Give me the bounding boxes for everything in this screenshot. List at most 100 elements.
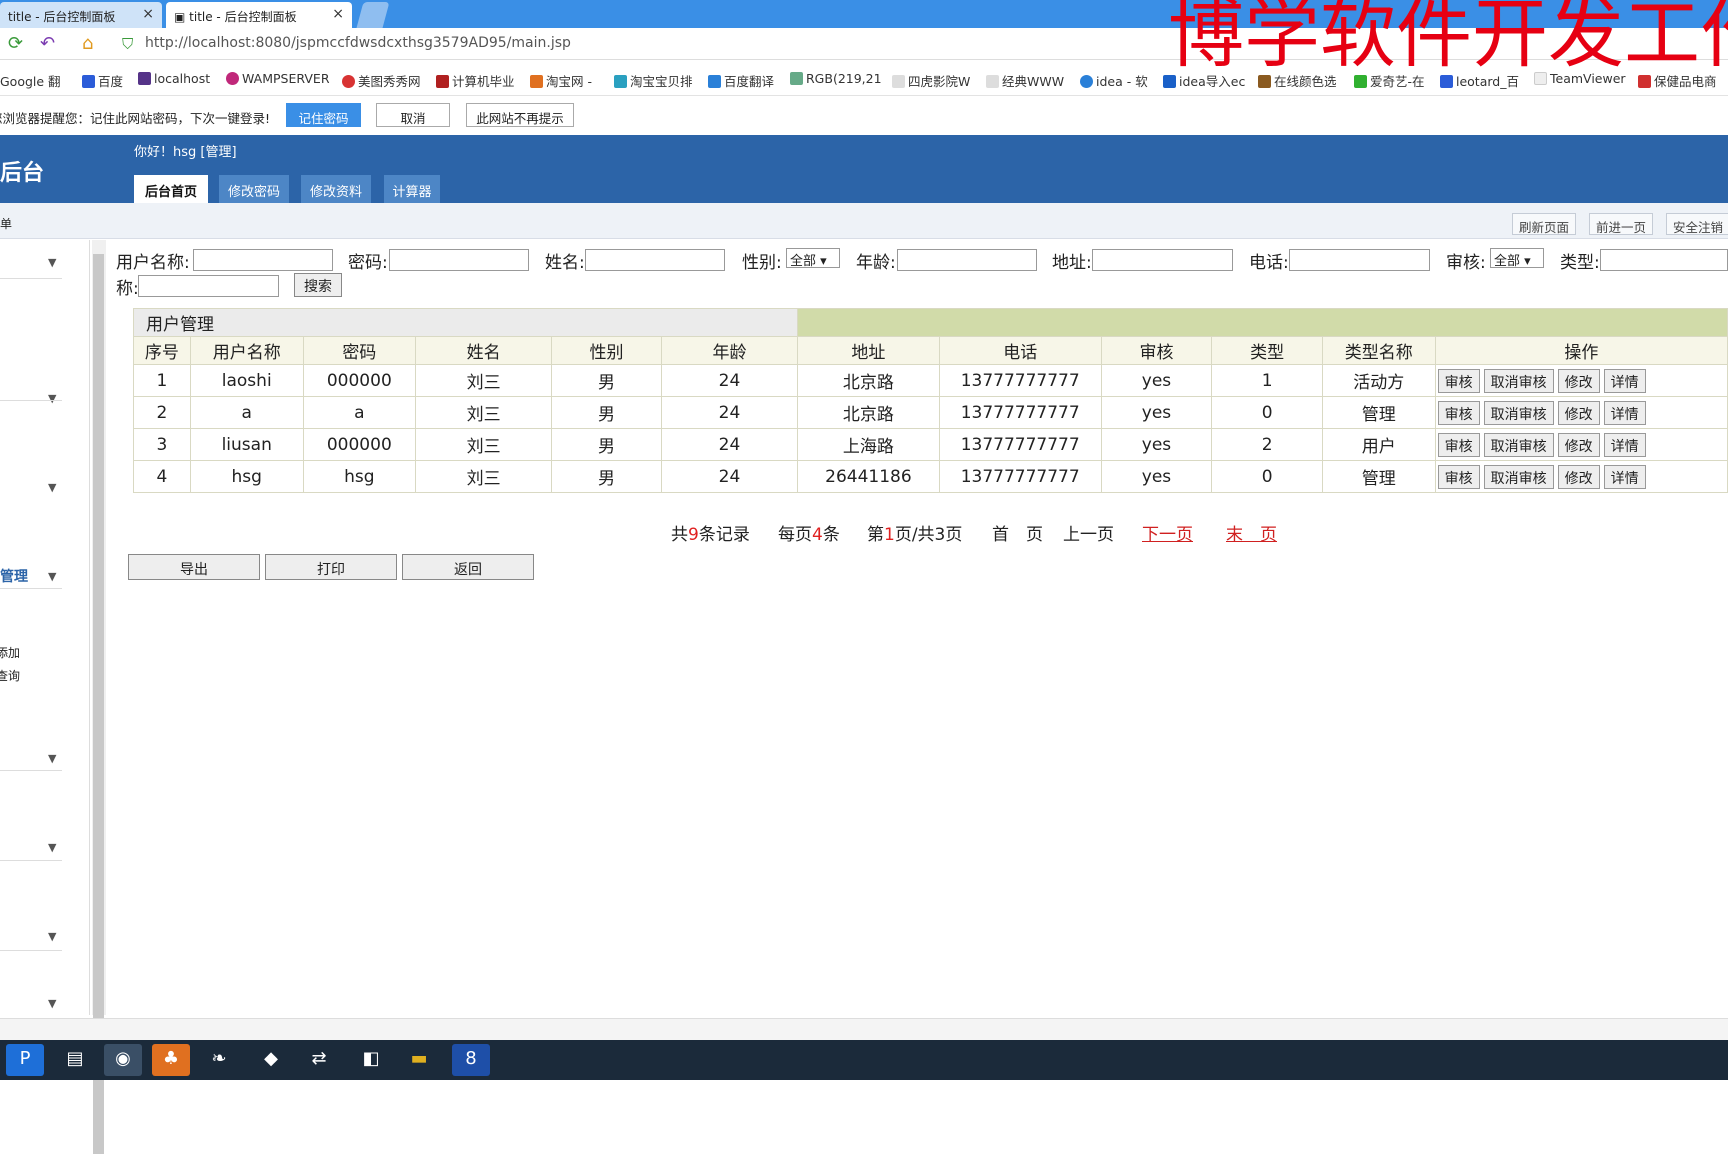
table-row: 4 hsg hsg 刘三男 24 26441186 13777777777 yes 0 管理 审核…	[133, 460, 1728, 493]
col-header: 审核	[1100, 336, 1213, 365]
back-button[interactable]: 返回	[402, 554, 534, 580]
edit-button[interactable]: 修改	[1557, 464, 1600, 489]
sidebar-item-add[interactable]: 添加	[0, 644, 20, 661]
age-input[interactable]	[897, 249, 1037, 271]
audit-button[interactable]: 审核	[1437, 368, 1480, 393]
refresh-page-button[interactable]: 刷新页面	[1512, 213, 1576, 235]
detail-button[interactable]: 详情	[1603, 400, 1646, 425]
pager-first[interactable]: 首 页	[992, 520, 1043, 545]
close-icon[interactable]: ×	[142, 6, 154, 22]
chevron-down-icon[interactable]: ▼	[48, 256, 56, 269]
chevron-down-icon[interactable]: ▼	[48, 930, 56, 943]
app-icon[interactable]: ❧	[200, 1044, 238, 1076]
app-icon[interactable]: ◆	[252, 1044, 290, 1076]
bookmark-item[interactable]: 美图秀秀网	[342, 71, 421, 90]
refresh-icon[interactable]: ⟳	[8, 33, 23, 54]
tab-home[interactable]: 后台首页	[134, 175, 208, 203]
forward-page-button[interactable]: 前进一页	[1589, 213, 1653, 235]
sidebar-scrollbar[interactable]	[92, 240, 106, 1154]
home-icon[interactable]: ⌂	[82, 33, 93, 54]
chevron-down-icon[interactable]: ▼	[48, 841, 56, 854]
edit-button[interactable]: 修改	[1557, 368, 1600, 393]
username-input[interactable]	[193, 249, 333, 271]
col-header: 序号	[133, 336, 191, 365]
never-prompt-button[interactable]: 此网站不再提示	[466, 103, 574, 127]
tab-edit-profile[interactable]: 修改资料	[301, 175, 371, 203]
browser-tab-2[interactable]: ▣ title - 后台控制面板 ×	[166, 2, 352, 28]
pager-prev[interactable]: 上一页	[1063, 520, 1114, 545]
cancel-button[interactable]: 取消	[376, 103, 450, 127]
bookmark-item[interactable]: idea - 软	[1080, 71, 1148, 90]
app-icon[interactable]: ♣	[152, 1044, 190, 1076]
tab-calculator[interactable]: 计算器	[384, 175, 440, 203]
type-input[interactable]	[1600, 249, 1728, 271]
bookmark-item[interactable]: 百度翻译	[708, 71, 774, 90]
phone-label: 电话:	[1249, 253, 1289, 273]
phone-input[interactable]	[1289, 249, 1430, 271]
print-button[interactable]: 打印	[265, 554, 397, 580]
url-field[interactable]: http://localhost:8080/jspmccfdwsdcxthsg3…	[145, 35, 571, 51]
bookmark-item[interactable]: WAMPSERVER	[226, 71, 330, 86]
tab-change-password[interactable]: 修改密码	[219, 175, 289, 203]
audit-button[interactable]: 审核	[1437, 432, 1480, 457]
new-tab-button[interactable]	[356, 2, 390, 28]
bookmark-item[interactable]: 百度	[82, 71, 123, 90]
audit-button[interactable]: 审核	[1437, 400, 1480, 425]
bookmark-item[interactable]: 四虎影院W	[892, 71, 970, 90]
password-input[interactable]	[389, 249, 529, 271]
chevron-down-icon[interactable]: ▼	[48, 392, 56, 405]
pager-last[interactable]: 末 页	[1226, 520, 1277, 545]
col-header: 电话	[938, 336, 1102, 365]
chevron-down-icon[interactable]: ▼	[48, 997, 56, 1010]
search-button[interactable]: 搜索	[294, 273, 342, 297]
bookmark-item[interactable]: RGB(219,21	[790, 71, 882, 86]
app-icon[interactable]: ◉	[104, 1044, 142, 1076]
export-button[interactable]: 导出	[128, 554, 260, 580]
remember-password-button[interactable]: 记住密码	[286, 103, 361, 127]
logout-button[interactable]: 安全注销	[1666, 213, 1728, 235]
name-input[interactable]	[585, 249, 725, 271]
page-icon: ▣	[174, 10, 190, 24]
chevron-down-icon[interactable]: ▼	[48, 481, 56, 494]
cancel-audit-button[interactable]: 取消审核	[1483, 432, 1554, 457]
cancel-audit-button[interactable]: 取消审核	[1483, 368, 1554, 393]
chevron-down-icon[interactable]: ▼	[48, 570, 56, 583]
undo-icon[interactable]: ↶	[40, 33, 55, 54]
pager-next[interactable]: 下一页	[1142, 520, 1193, 545]
bookmark-item[interactable]: 经典WWW	[986, 71, 1064, 90]
sidebar-section-user[interactable]: 管理	[0, 566, 28, 586]
typename-input[interactable]	[138, 275, 279, 297]
bookmark-item[interactable]: localhost	[138, 71, 210, 86]
sidebar-item-query[interactable]: 查询	[0, 667, 20, 684]
app-icon[interactable]: P	[6, 1044, 44, 1076]
table-row: 3 liusan 000000 刘三男 24 上海路 13777777777 yes 2 用户 审…	[133, 428, 1728, 461]
password-prompt-text: 您浏览器提醒您：记住此网站密码，下次一键登录!	[0, 111, 271, 126]
bookmark-item[interactable]: 淘宝宝贝排	[614, 71, 693, 90]
bookmark-item[interactable]: 淘宝网 -	[530, 71, 592, 90]
chevron-down-icon[interactable]: ▼	[48, 752, 56, 765]
browser-tab-1[interactable]: title - 后台控制面板 ×	[0, 2, 162, 28]
address-input[interactable]	[1092, 249, 1233, 271]
app-icon[interactable]: 8	[452, 1044, 490, 1076]
edit-button[interactable]: 修改	[1557, 432, 1600, 457]
audit-select[interactable]: 全部 ▾	[1490, 248, 1544, 269]
watermark-text: 博学软件开发工作	[1168, 0, 1728, 78]
bookmark-item[interactable]: Google 翻	[0, 71, 61, 90]
folder-icon[interactable]: ▬	[400, 1044, 438, 1076]
pager-per-page: 每页4条	[778, 525, 840, 545]
app-icon[interactable]: ⇄	[300, 1044, 338, 1076]
cancel-audit-button[interactable]: 取消审核	[1483, 464, 1554, 489]
bookmark-item[interactable]: 计算机毕业	[436, 71, 515, 90]
detail-button[interactable]: 详情	[1603, 368, 1646, 393]
type-label: 类型:	[1560, 253, 1600, 273]
app-icon[interactable]: ▤	[56, 1044, 94, 1076]
app-icon[interactable]: ◧	[352, 1044, 390, 1076]
detail-button[interactable]: 详情	[1603, 432, 1646, 457]
gender-select[interactable]: 全部 ▾	[786, 248, 840, 269]
cancel-audit-button[interactable]: 取消审核	[1483, 400, 1554, 425]
detail-button[interactable]: 详情	[1603, 464, 1646, 489]
close-icon[interactable]: ×	[332, 6, 344, 22]
table-row: 2 a a 刘三男 24 北京路 13777777777 yes 0 管理 审核 取消审核 修改 详情	[133, 396, 1728, 429]
edit-button[interactable]: 修改	[1557, 400, 1600, 425]
audit-button[interactable]: 审核	[1437, 464, 1480, 489]
